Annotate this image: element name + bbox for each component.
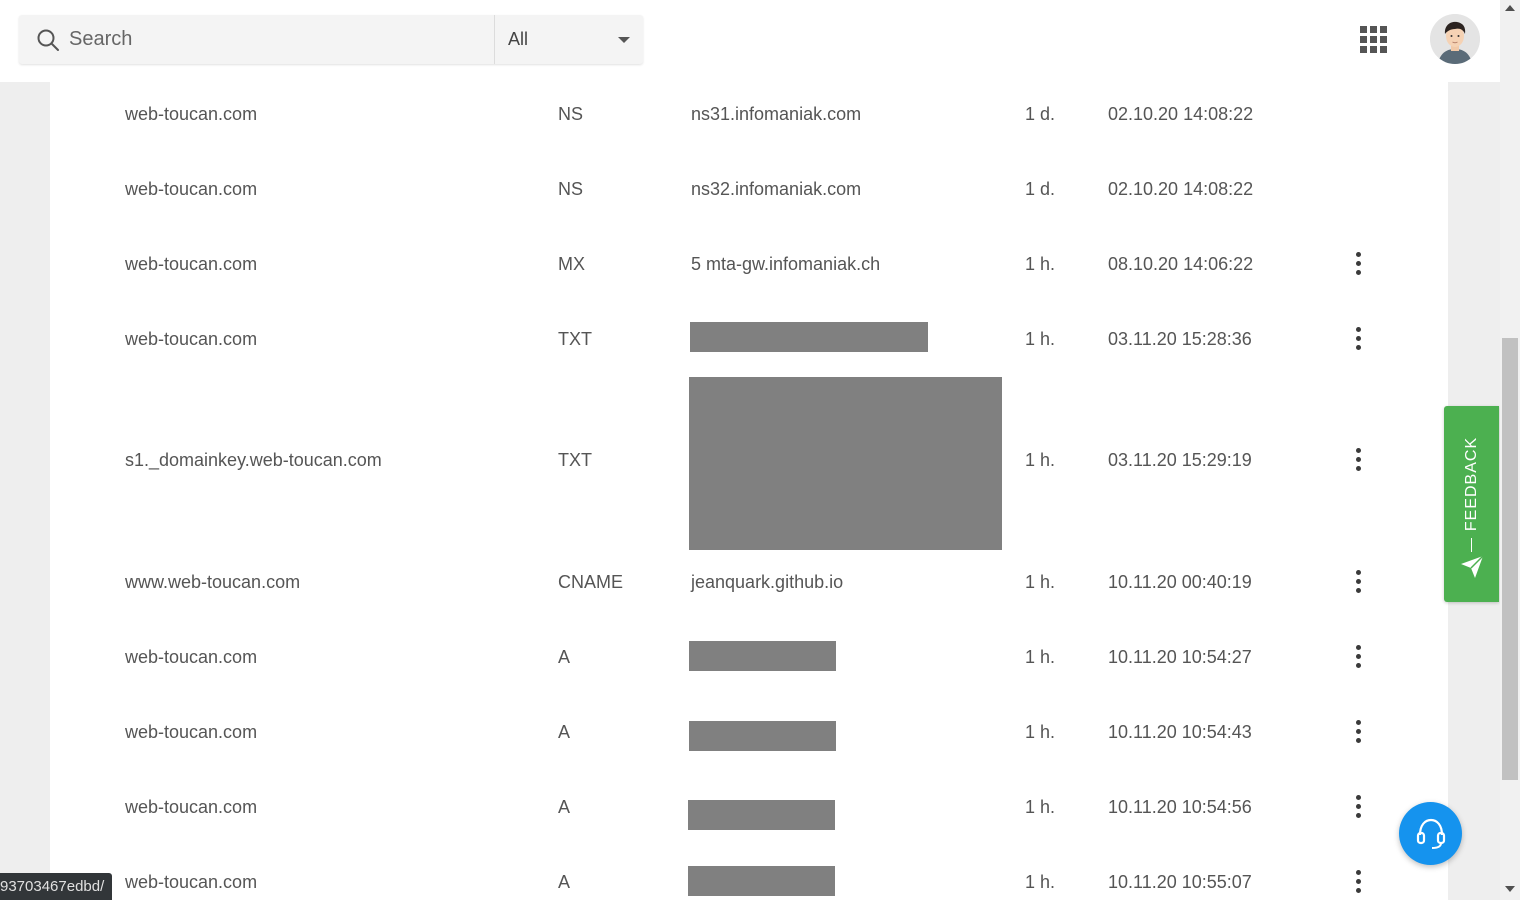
apps-grid-icon[interactable] [1360,26,1388,54]
record-ttl: 1 d. [1025,179,1056,199]
record-ttl: 1 h. [1025,254,1056,274]
more-vertical-icon[interactable] [1346,327,1370,355]
record-type: NS [558,179,584,199]
more-vertical-icon[interactable] [1346,720,1370,748]
record-name: web-toucan.com [125,179,258,199]
record-type: NS [558,104,584,124]
record-date: 10.11.20 10:54:27 [1108,647,1252,667]
feedback-divider [1471,538,1472,552]
record-type: A [558,647,571,667]
table-row: web-toucan.com A 1 h. 10.11.20 10:54:27 [50,641,1448,673]
redacted-value [689,721,836,751]
record-name: s1._domainkey.web-toucan.com [125,450,382,470]
dns-records-page: web-toucan.com NS ns31.infomaniak.com 1 … [0,0,1520,900]
record-ttl: 1 d. [1025,104,1056,124]
table-row: s1._domainkey.web-toucan.com TXT 1 h. 03… [50,377,1448,550]
headset-icon [1416,818,1446,849]
record-ttl: 1 h. [1025,722,1056,742]
table-row: web-toucan.com TXT 1 h. 03.11.20 15:28:3… [50,322,1448,355]
record-type: CNAME [558,572,624,592]
record-target: 5 mta-gw.infomaniak.ch [691,254,881,274]
record-name: www.web-toucan.com [125,572,301,592]
more-vertical-icon[interactable] [1346,795,1370,823]
record-date: 03.11.20 15:28:36 [1108,329,1252,349]
paper-plane-icon [1461,555,1484,578]
record-name: web-toucan.com [125,872,258,892]
record-type: TXT [558,329,592,349]
redacted-value [688,800,835,830]
record-ttl: 1 h. [1025,572,1056,592]
record-date: 10.11.20 10:55:07 [1108,872,1252,892]
table-row: web-toucan.com A 1 h. 10.11.20 10:54:43 [50,720,1448,751]
more-vertical-icon[interactable] [1346,252,1370,280]
avatar[interactable] [1430,14,1480,64]
feedback-button[interactable]: FEEDBACK [1444,406,1499,602]
record-type: A [558,722,571,742]
scrollbar-thumb[interactable] [1502,338,1518,780]
redacted-value [690,322,928,352]
more-vertical-icon[interactable] [1346,870,1370,898]
table-row: web-toucan.com NS ns32.infomaniak.com 1 … [50,179,1448,203]
record-ttl: 1 h. [1025,329,1056,349]
record-name: web-toucan.com [125,647,258,667]
user-avatar-icon [1430,14,1480,64]
redacted-value [689,641,836,671]
record-date: 08.10.20 14:06:22 [1108,254,1254,274]
record-type: A [558,797,571,817]
redacted-value [689,377,1002,550]
record-date: 02.10.20 14:08:22 [1108,104,1254,124]
record-ttl: 1 h. [1025,797,1056,817]
record-date: 10.11.20 10:54:56 [1108,797,1252,817]
record-target: jeanquark.github.io [691,572,844,592]
record-type: TXT [558,450,592,470]
more-vertical-icon[interactable] [1346,448,1370,476]
record-name: web-toucan.com [125,722,258,742]
record-target: ns32.infomaniak.com [691,179,862,199]
vertical-scrollbar[interactable] [1500,0,1520,900]
search-filter-value: All [508,29,529,49]
support-chat-button[interactable] [1399,802,1462,865]
top-bar: All [0,0,1500,82]
search-input[interactable] [69,15,493,64]
record-name: web-toucan.com [125,254,258,274]
search-bar: All [19,15,643,64]
record-name: web-toucan.com [125,104,258,124]
record-target: ns31.infomaniak.com [691,104,862,124]
table-row: www.web-toucan.com CNAME jeanquark.githu… [50,570,1448,598]
record-type: MX [558,254,585,274]
record-date: 02.10.20 14:08:22 [1108,179,1254,199]
record-ttl: 1 h. [1025,647,1056,667]
status-bar-url: 93703467edbd/ [0,873,113,900]
record-type: A [558,872,571,892]
chevron-down-icon [618,37,630,43]
record-date: 10.11.20 00:40:19 [1108,572,1252,592]
search-icon[interactable] [36,28,60,52]
feedback-label: FEEDBACK [1463,436,1480,532]
record-name: web-toucan.com [125,329,258,349]
more-vertical-icon[interactable] [1346,570,1370,598]
record-ttl: 1 h. [1025,872,1056,892]
search-filter-select[interactable]: All [495,15,643,64]
record-date: 10.11.20 10:54:43 [1108,722,1252,742]
table-row: web-toucan.com MX 5 mta-gw.infomaniak.ch… [50,252,1448,280]
record-name: web-toucan.com [125,797,258,817]
dns-record-table: web-toucan.com NS ns31.infomaniak.com 1 … [50,82,1448,900]
table-row: web-toucan.com A 1 h. 10.11.20 10:55:07 [50,866,1448,898]
redacted-value [688,866,835,896]
record-ttl: 1 h. [1025,450,1056,470]
table-row: web-toucan.com NS ns31.infomaniak.com 1 … [50,104,1448,128]
more-vertical-icon[interactable] [1346,645,1370,673]
left-gutter [0,82,50,900]
scroll-up-arrow-icon[interactable] [1505,5,1515,11]
scroll-down-arrow-icon[interactable] [1505,886,1515,892]
record-date: 03.11.20 15:29:19 [1108,450,1252,470]
table-row: web-toucan.com A 1 h. 10.11.20 10:54:56 [50,795,1448,830]
